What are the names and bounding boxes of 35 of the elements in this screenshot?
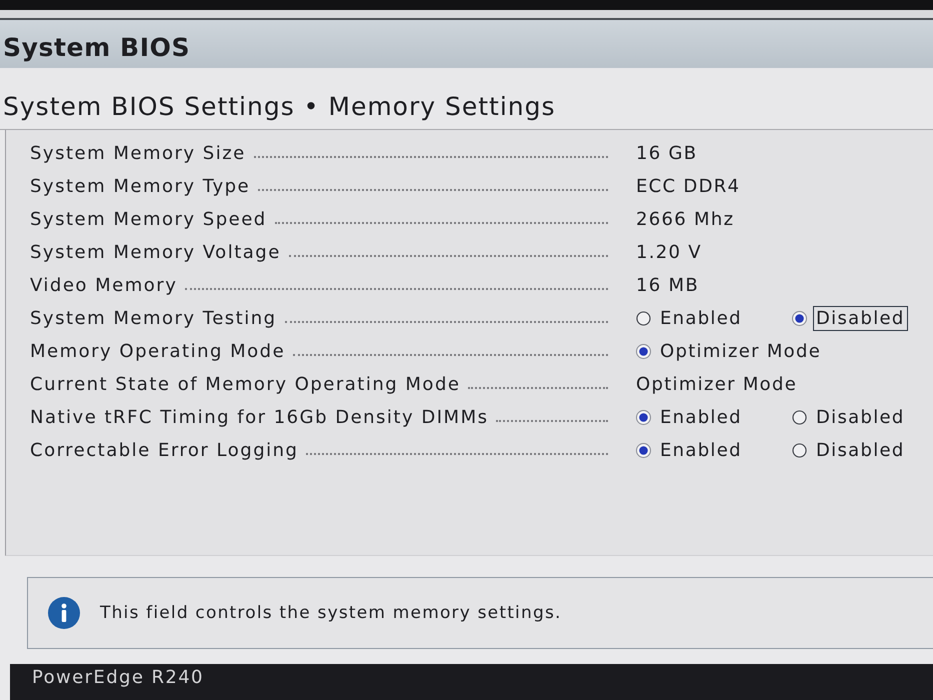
setting-label: Correctable Error Logging: [30, 440, 298, 461]
setting-value: ECC DDR4: [636, 176, 740, 197]
radio-icon[interactable]: [792, 410, 807, 425]
setting-label: Native tRFC Timing for 16Gb Density DIMMs: [30, 407, 488, 428]
radio-icon[interactable]: [636, 311, 651, 326]
setting-label: Video Memory: [30, 275, 178, 296]
model-name: PowerEdge R240: [32, 667, 204, 688]
breadcrumb: System BIOS Settings • Memory Settings: [3, 92, 556, 121]
setting-value: Optimizer Mode: [636, 374, 798, 395]
setting-label: System Memory Voltage: [30, 242, 281, 263]
option-label[interactable]: Enabled: [657, 405, 745, 430]
setting-label: System Memory Testing: [30, 308, 277, 329]
info-icon: [48, 597, 80, 629]
setting-label: System Memory Speed: [30, 209, 267, 230]
setting-label: Current State of Memory Operating Mode: [30, 374, 460, 395]
radio-icon[interactable]: [792, 443, 807, 458]
option-label[interactable]: Disabled: [813, 405, 908, 430]
setting-value: 2666 Mhz: [636, 209, 734, 230]
option-label[interactable]: Disabled: [813, 306, 908, 331]
page-title: System BIOS: [3, 32, 190, 62]
option-label[interactable]: Optimizer Mode: [657, 339, 824, 364]
setting-label: Memory Operating Mode: [30, 341, 286, 362]
radio-icon[interactable]: [636, 344, 651, 359]
setting-label: System Memory Type: [30, 176, 250, 197]
setting-value: 1.20 V: [636, 242, 702, 263]
option-label[interactable]: Disabled: [813, 438, 908, 463]
setting-label: System Memory Size: [30, 143, 246, 164]
radio-icon[interactable]: [792, 311, 807, 326]
radio-icon[interactable]: [636, 410, 651, 425]
option-label[interactable]: Enabled: [657, 438, 745, 463]
setting-value: 16 MB: [636, 275, 700, 296]
help-text: This field controls the system memory settings.: [100, 603, 562, 623]
radio-icon[interactable]: [636, 443, 651, 458]
option-label[interactable]: Enabled: [657, 306, 745, 331]
setting-value: 16 GB: [636, 143, 698, 164]
